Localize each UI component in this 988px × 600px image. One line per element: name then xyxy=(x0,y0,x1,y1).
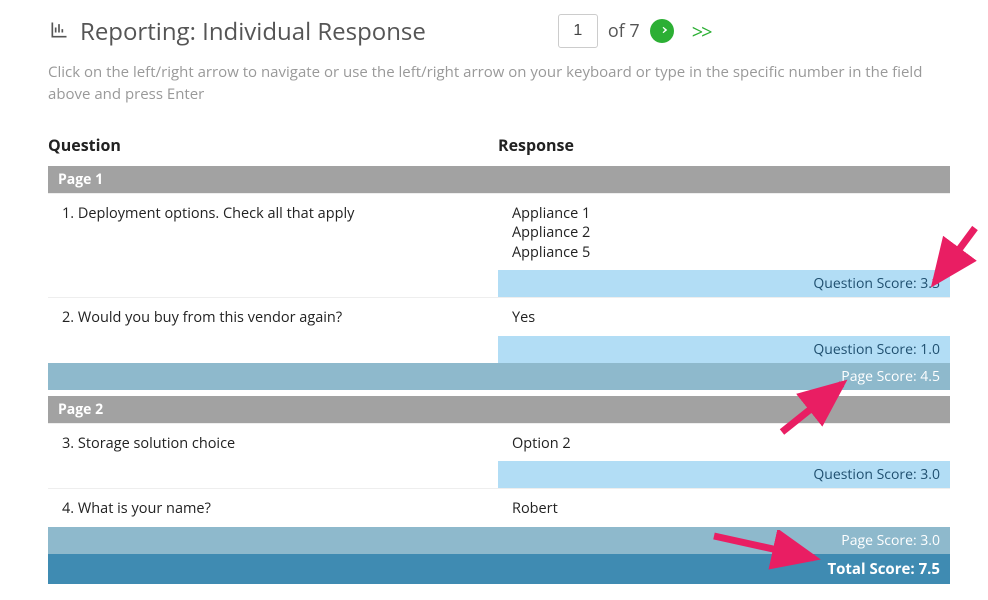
response-cell: Appliance 1 Appliance 2 Appliance 5 xyxy=(498,193,950,270)
page-number-input[interactable] xyxy=(558,14,598,48)
fast-forward-button[interactable]: >> xyxy=(692,18,711,45)
question-score: Question Score: 1.0 xyxy=(498,336,950,363)
total-score-row: Total Score: 7.5 xyxy=(48,554,950,584)
page-score-row: Page Score: 3.0 xyxy=(48,527,950,554)
question-text: 2. Would you buy from this vendor again? xyxy=(48,298,498,336)
question-score-row: Question Score: 3.0 xyxy=(48,461,950,489)
response-cell: Yes xyxy=(498,298,950,336)
page-score: Page Score: 4.5 xyxy=(48,363,950,390)
column-question: Question xyxy=(48,134,498,156)
page-score-row: Page Score: 4.5 xyxy=(48,363,950,390)
table-row: 2. Would you buy from this vendor again?… xyxy=(48,298,950,336)
response-value: Appliance 2 xyxy=(512,223,936,243)
response-value: Yes xyxy=(512,308,936,328)
question-score: Question Score: 3.5 xyxy=(498,270,950,297)
page-nav: of 7 >> xyxy=(558,14,711,48)
nav-hint: Click on the left/right arrow to navigat… xyxy=(48,62,950,106)
response-value: Robert xyxy=(512,499,936,519)
response-value: Option 2 xyxy=(512,434,936,454)
title-bar: Reporting: Individual Response of 7 >> xyxy=(48,14,950,48)
question-text: 4. What is your name? xyxy=(48,489,498,527)
page2-header: Page 2 xyxy=(48,396,950,424)
next-button[interactable] xyxy=(650,19,674,43)
table-row: 3. Storage solution choice Option 2 xyxy=(48,423,950,461)
question-score-row: Question Score: 3.5 xyxy=(48,270,950,298)
question-score: Question Score: 3.0 xyxy=(498,461,950,488)
chart-icon xyxy=(48,15,70,48)
response-value: Appliance 1 xyxy=(512,204,936,224)
table-row: 1. Deployment options. Check all that ap… xyxy=(48,193,950,270)
page1-header: Page 1 xyxy=(48,166,950,194)
page-title-text: Reporting: Individual Response xyxy=(80,15,426,48)
arrow-right-icon xyxy=(655,23,669,40)
page-title: Reporting: Individual Response xyxy=(48,15,426,48)
page-total-label: of 7 xyxy=(608,19,640,43)
response-value: Appliance 5 xyxy=(512,243,936,263)
column-response: Response xyxy=(498,134,950,156)
table-row: 4. What is your name? Robert xyxy=(48,489,950,527)
question-score-row: Question Score: 1.0 xyxy=(48,336,950,363)
response-cell: Robert xyxy=(498,489,950,527)
question-text: 3. Storage solution choice xyxy=(48,423,498,461)
question-text: 1. Deployment options. Check all that ap… xyxy=(48,193,498,270)
total-score: Total Score: 7.5 xyxy=(48,554,950,584)
page-score: Page Score: 3.0 xyxy=(48,527,950,554)
response-cell: Option 2 xyxy=(498,423,950,461)
response-table: Page 1 1. Deployment options. Check all … xyxy=(48,166,950,584)
column-headers: Question Response xyxy=(48,134,950,166)
